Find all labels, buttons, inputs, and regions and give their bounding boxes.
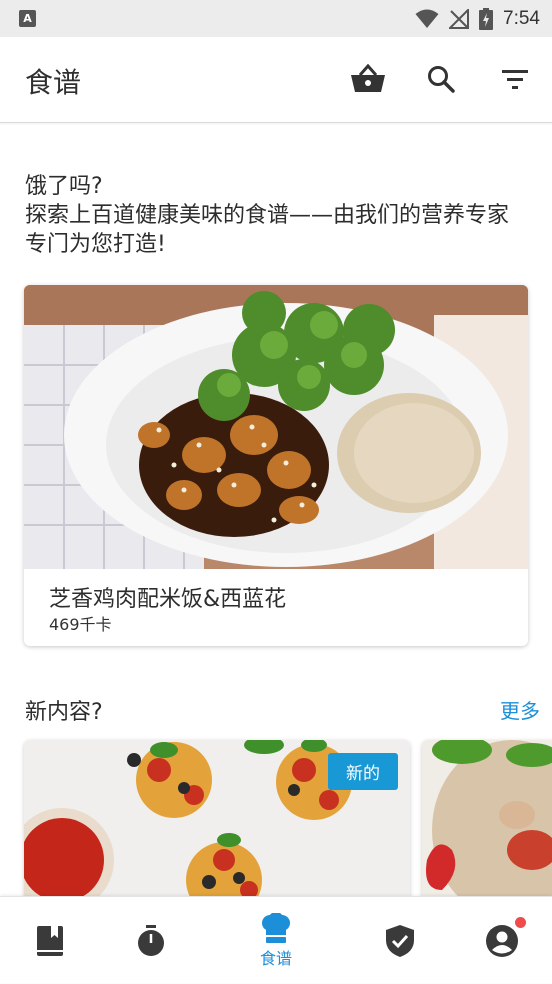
new-recipe-card[interactable]: 新的: [24, 740, 410, 900]
status-bar: A 7:54: [0, 0, 552, 37]
basket-icon[interactable]: [350, 61, 386, 97]
new-recipe-image-2: [422, 740, 552, 900]
nav-item-recipes[interactable]: 食谱: [231, 897, 321, 984]
shield-check-icon: [386, 924, 414, 957]
page-title: 食谱: [25, 66, 82, 99]
nav-label-recipes: 食谱: [259, 948, 292, 968]
new-badge: 新的: [328, 753, 398, 790]
nav-item-timer[interactable]: [106, 897, 196, 984]
filter-icon[interactable]: [497, 61, 533, 97]
recipe-title: 芝香鸡肉配米饭&西蓝花: [49, 587, 287, 612]
status-icons: 7:54: [415, 6, 540, 32]
chef-hat-icon: [262, 912, 290, 943]
nav-item-book[interactable]: [5, 897, 95, 984]
notification-dot: [515, 917, 526, 928]
recipe-calories: 469千卡: [49, 615, 112, 634]
bottom-nav: 食谱: [0, 896, 552, 983]
account-icon: [486, 924, 518, 957]
status-time: 7:54: [503, 8, 540, 29]
intro-line-2: 探索上百道健康美味的食谱——由我们的营养专家专门为您打造!: [25, 203, 510, 257]
timer-icon: [138, 924, 164, 956]
book-icon: [37, 925, 63, 956]
app-bar: 食谱: [0, 37, 552, 123]
new-section-title: 新内容?: [25, 700, 103, 725]
featured-recipe-card[interactable]: 芝香鸡肉配米饭&西蓝花 469千卡: [24, 285, 528, 646]
intro-line-1: 饿了吗?: [25, 174, 103, 199]
search-icon[interactable]: [423, 61, 459, 97]
recipe-image: [24, 285, 528, 569]
more-link[interactable]: 更多: [500, 695, 540, 724]
wifi-icon: [415, 9, 439, 28]
nav-item-account[interactable]: [457, 897, 547, 984]
nav-item-shield[interactable]: [355, 897, 445, 984]
no-signal-icon: [449, 9, 470, 29]
battery-charging-icon: [479, 8, 494, 30]
app-notification-icon: A: [19, 10, 36, 27]
intro-text: 饿了吗? 探索上百道健康美味的食谱——由我们的营养专家专门为您打造!: [25, 172, 525, 259]
new-recipe-card-2[interactable]: [422, 740, 552, 900]
